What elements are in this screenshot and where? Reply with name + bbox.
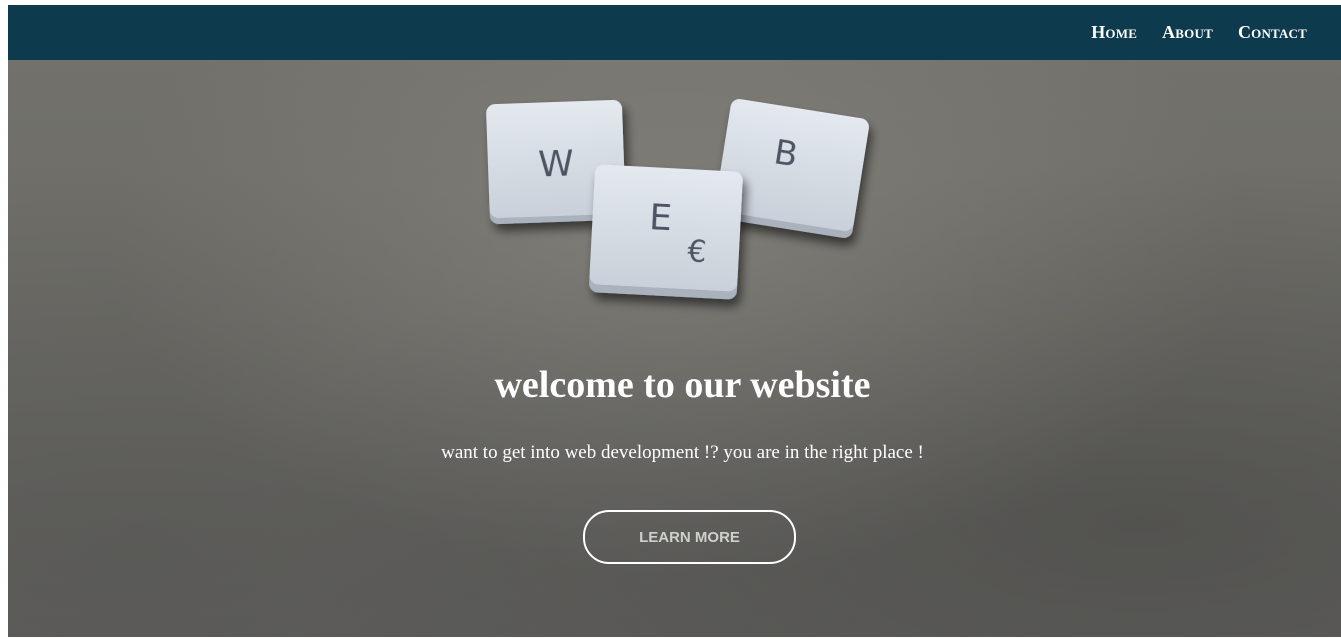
nav-links: Home About Contact [1091, 22, 1307, 43]
page: Home About Contact W B E € welcome to ou… [8, 5, 1341, 637]
hero-title: welcome to our website [494, 364, 871, 406]
hero-subtitle: want to get into web development !? you … [441, 442, 924, 463]
tile-letter-e: E [648, 197, 673, 239]
navbar: Home About Contact [8, 5, 1341, 60]
learn-more-button[interactable]: LEARN MORE [583, 510, 796, 564]
nav-link-about[interactable]: About [1162, 22, 1213, 43]
nav-link-home[interactable]: Home [1091, 22, 1137, 43]
tile-e: E € [589, 164, 743, 300]
nav-link-contact[interactable]: Contact [1238, 22, 1307, 43]
hero-section: W B E € welcome to our website want to g… [8, 60, 1341, 637]
euro-icon: € [686, 234, 707, 270]
tile-letter-w: W [538, 143, 575, 185]
